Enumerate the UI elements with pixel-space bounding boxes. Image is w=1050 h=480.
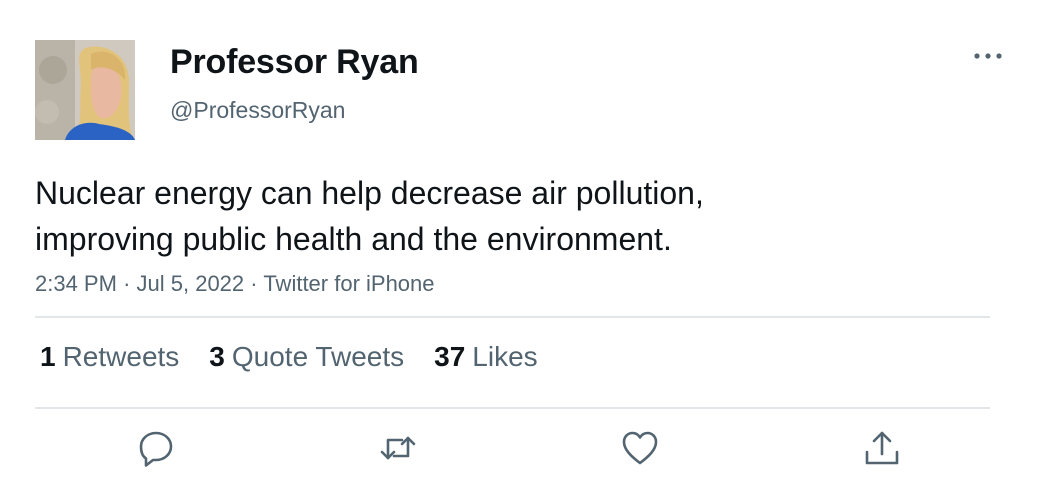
retweet-icon: [380, 436, 416, 460]
reply-button[interactable]: [136, 428, 176, 468]
share-icon: [865, 431, 899, 465]
retweets-count: 1: [40, 341, 56, 372]
tweet-source[interactable]: Twitter for iPhone: [263, 271, 434, 296]
quote-tweets-count: 3: [209, 341, 225, 372]
reply-icon: [139, 431, 173, 467]
like-button[interactable]: [620, 428, 660, 468]
divider: [35, 316, 990, 318]
heart-icon: [622, 431, 658, 465]
share-button[interactable]: [862, 428, 902, 468]
tweet-meta: 2:34 PM · Jul 5, 2022 · Twitter for iPho…: [35, 271, 435, 297]
tweet-time[interactable]: 2:34 PM: [35, 271, 117, 296]
likes-count: 37: [434, 341, 466, 372]
user-handle[interactable]: @ProfessorRyan: [170, 97, 345, 124]
meta-separator: ·: [123, 271, 137, 296]
quote-tweets-label: Quote Tweets: [231, 341, 405, 372]
retweets-stat[interactable]: 1 Retweets: [40, 341, 179, 373]
more-options-button[interactable]: [968, 44, 1008, 68]
retweet-button[interactable]: [378, 428, 418, 468]
meta-separator: ·: [250, 271, 264, 296]
tweet-text: Nuclear energy can help decrease air pol…: [35, 170, 935, 262]
tweet-text-line: Nuclear energy can help decrease air pol…: [35, 175, 704, 211]
likes-label: Likes: [472, 341, 538, 372]
tweet-text-line: improving public health and the environm…: [35, 221, 672, 257]
display-name[interactable]: Professor Ryan: [170, 43, 419, 82]
tweet-stats: 1 Retweets 3 Quote Tweets 37 Likes: [40, 341, 538, 373]
avatar[interactable]: [35, 40, 135, 140]
divider: [35, 407, 990, 409]
retweets-label: Retweets: [62, 341, 180, 372]
more-horizontal-icon: [974, 53, 1002, 59]
tweet-date[interactable]: Jul 5, 2022: [137, 271, 245, 296]
quote-tweets-stat[interactable]: 3 Quote Tweets: [209, 341, 404, 373]
likes-stat[interactable]: 37 Likes: [434, 341, 538, 373]
tweet-card: Professor Ryan @ProfessorRyan Nuclear en…: [0, 0, 1050, 480]
avatar-image: [35, 40, 135, 140]
